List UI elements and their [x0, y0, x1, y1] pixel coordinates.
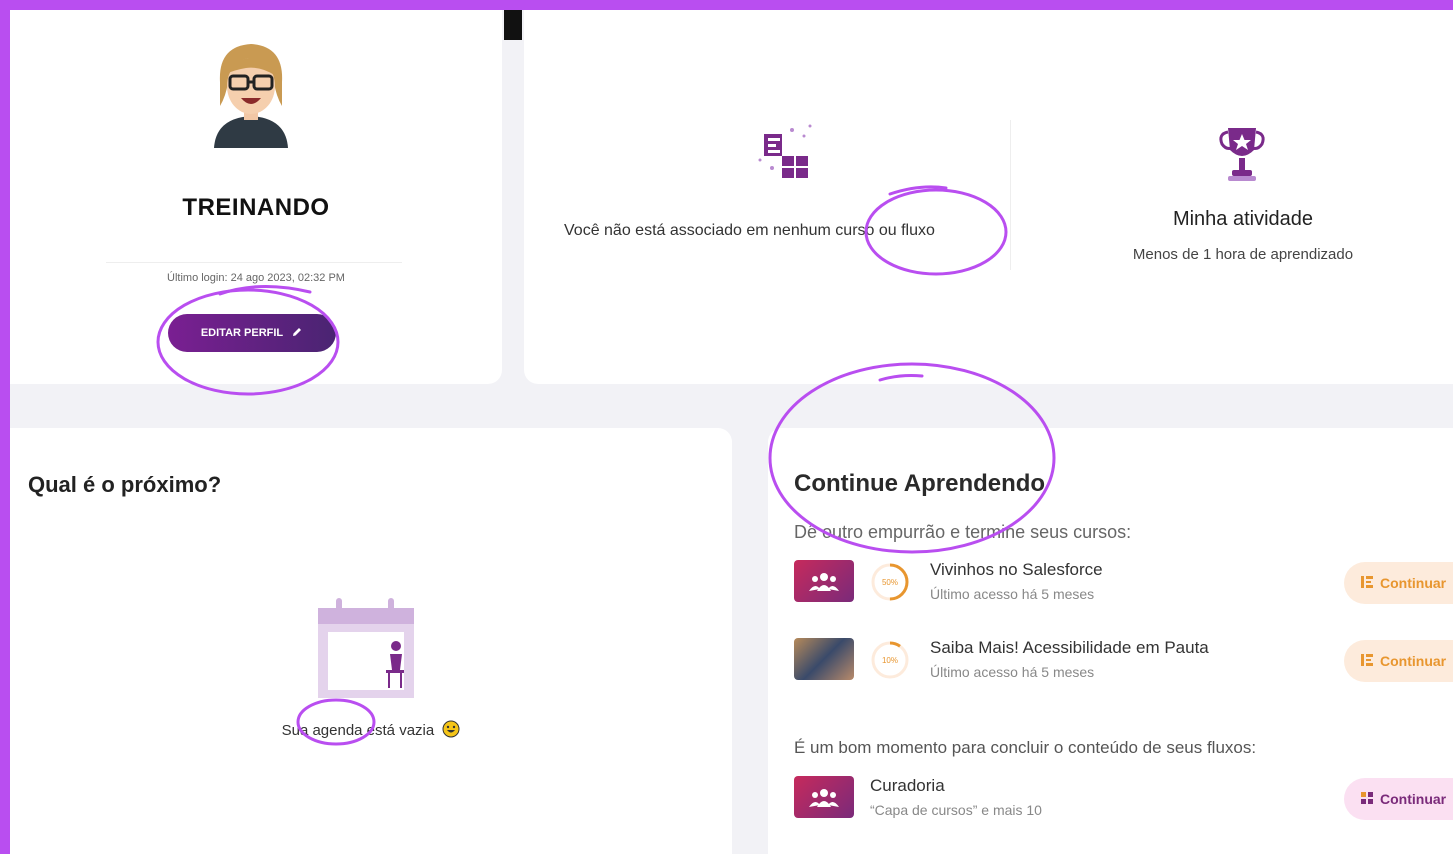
- progress-ring: 10%: [871, 641, 909, 679]
- flows-prompt-text: É um bom momento para concluir o conteúd…: [794, 738, 1257, 757]
- continue-learning-subtitle: Dê outro empurrão e termine seus cursos:: [794, 522, 1132, 542]
- course-last-access: Último acesso há 5 meses: [930, 664, 1095, 680]
- course-last-access: Último acesso há 5 meses: [930, 586, 1095, 602]
- dark-marker: [504, 10, 522, 40]
- continue-button-label: Continuar: [1380, 791, 1447, 807]
- group-icon: [794, 776, 854, 818]
- no-association-text: Você não está associado em nenhum curso …: [564, 222, 935, 239]
- last-login-text: Último login: 24 ago 2023, 02:32 PM: [167, 272, 345, 284]
- group-icon: [794, 560, 854, 602]
- progress-label: 50%: [882, 578, 898, 587]
- course-title: Vivinhos no Salesforce: [930, 560, 1103, 579]
- profile-card: TREINANDO Último login: 24 ago 2023, 02:…: [10, 10, 502, 384]
- course-thumbnail: [794, 638, 854, 680]
- list-icon: [1360, 653, 1374, 670]
- flow-row[interactable]: Curadoria “Capa de cursos” e mais 10 Con…: [794, 774, 1453, 822]
- vertical-divider: [1010, 120, 1011, 270]
- pencil-icon: [291, 326, 303, 341]
- profile-name: TREINANDO: [182, 194, 330, 221]
- continue-button[interactable]: Continuar: [1344, 640, 1453, 682]
- stats-card: Você não está associado em nenhum curso …: [524, 10, 1453, 384]
- agenda-empty-text: Sua agenda está vazia: [281, 722, 435, 739]
- divider: [106, 262, 402, 263]
- activity-subtitle: Menos de 1 hora de aprendizado: [1132, 246, 1354, 263]
- edit-profile-label: EDITAR PERFIL: [200, 327, 284, 339]
- dashboard: TREINANDO Último login: 24 ago 2023, 02:…: [10, 10, 1453, 854]
- avatar: [214, 44, 288, 148]
- trophy-icon: [1219, 128, 1265, 181]
- activity-title: Minha atividade: [1172, 208, 1314, 230]
- flow-subtitle: “Capa de cursos” e mais 10: [870, 802, 1042, 818]
- progress-label: 10%: [882, 656, 898, 665]
- continue-learning-title: Continue Aprendendo: [794, 470, 1046, 497]
- whats-next-card: Qual é o próximo? Sua agenda está vazia: [10, 428, 732, 854]
- calendar-icon: [318, 598, 414, 698]
- progress-ring: 50%: [871, 563, 909, 601]
- courses-flows-icon: [758, 124, 812, 178]
- grid-icon: [1360, 791, 1374, 808]
- flow-title: Curadoria: [870, 776, 945, 795]
- continue-button-label: Continuar: [1380, 575, 1447, 591]
- continue-button[interactable]: Continuar: [1344, 562, 1453, 604]
- continue-learning-card: Continue Aprendendo Dê outro empurrão e …: [768, 428, 1453, 854]
- continue-flow-button[interactable]: Continuar: [1344, 778, 1453, 820]
- course-title: Saiba Mais! Acessibilidade em Pauta: [930, 638, 1209, 657]
- course-row[interactable]: 10% Saiba Mais! Acessibilidade em Pauta …: [794, 636, 1453, 684]
- grinning-face-icon: [438, 720, 460, 739]
- whats-next-title: Qual é o próximo?: [28, 472, 222, 497]
- list-icon: [1360, 575, 1374, 592]
- course-row[interactable]: 50% Vivinhos no Salesforce Último acesso…: [794, 558, 1453, 606]
- edit-profile-button[interactable]: EDITAR PERFIL: [168, 314, 336, 352]
- continue-button-label: Continuar: [1380, 653, 1447, 669]
- agenda-empty-row: Sua agenda está vazia: [10, 720, 732, 739]
